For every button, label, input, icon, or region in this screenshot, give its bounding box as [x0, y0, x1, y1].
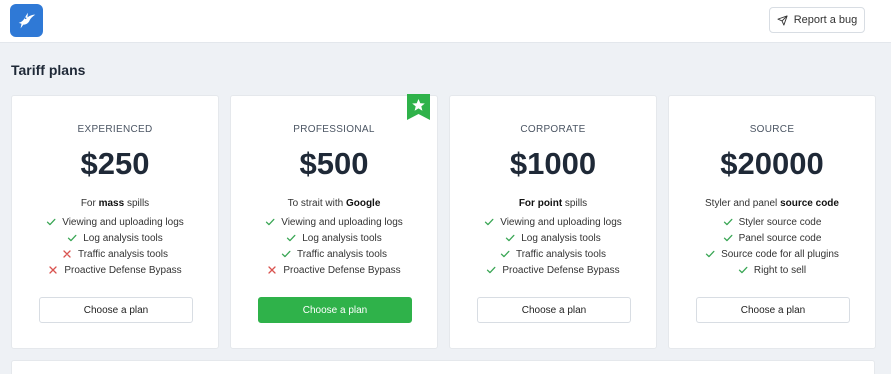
choose-plan-button[interactable]: Choose a plan — [477, 297, 631, 323]
feature-label: Traffic analysis tools — [515, 248, 607, 260]
feature-label: Log analysis tools — [83, 232, 163, 244]
check-icon — [484, 217, 494, 227]
feature-label: Proactive Defense Bypass — [64, 264, 182, 276]
check-icon — [486, 265, 496, 275]
plan-tagline: For mass spills — [80, 198, 150, 209]
feature-item: Viewing and uploading logs — [450, 214, 656, 230]
feature-item: Proactive Defense Bypass — [231, 262, 437, 278]
check-icon — [286, 233, 296, 243]
plan-tier: PROFESSIONAL — [293, 124, 375, 135]
feature-item: Traffic analysis tools — [450, 246, 656, 262]
feature-list: Viewing and uploading logs Log analysis t… — [450, 214, 656, 278]
plan-tagline: Styler and panel source code — [705, 198, 839, 209]
plan-card-corporate: CORPORATE $1000 For point spills Viewing… — [449, 95, 657, 349]
feature-label: Traffic analysis tools — [296, 248, 388, 260]
feature-item: Source code for all plugins — [669, 246, 875, 262]
choose-plan-button[interactable]: Choose a plan — [258, 297, 412, 323]
plan-card-experienced: EXPERIENCED $250 For mass spills Viewing… — [11, 95, 219, 349]
feature-item: Viewing and uploading logs — [12, 214, 218, 230]
feature-list: Viewing and uploading logs Log analysis t… — [231, 214, 437, 278]
feature-item: Log analysis tools — [12, 230, 218, 246]
check-icon — [723, 233, 733, 243]
plan-tier: EXPERIENCED — [77, 124, 153, 135]
feature-list: Viewing and uploading logs Log analysis t… — [12, 214, 218, 278]
choose-plan-button[interactable]: Choose a plan — [39, 297, 193, 323]
check-icon — [723, 217, 733, 227]
check-icon — [705, 249, 715, 259]
check-icon — [67, 233, 77, 243]
feature-item: Proactive Defense Bypass — [12, 262, 218, 278]
send-icon — [777, 14, 788, 26]
feature-label: Log analysis tools — [302, 232, 382, 244]
plan-card-source: SOURCE $20000 Styler and panel source co… — [668, 95, 876, 349]
report-bug-label: Report a bug — [793, 14, 858, 26]
plan-tagline: For point spills — [518, 198, 588, 209]
feature-label: Viewing and uploading logs — [500, 216, 622, 228]
cross-icon — [62, 249, 72, 259]
page-title: Tariff plans — [11, 62, 86, 78]
check-icon — [500, 249, 510, 259]
feature-list: Styler source code Panel source code Sourc… — [669, 214, 875, 278]
check-icon — [281, 249, 291, 259]
feature-label: Viewing and uploading logs — [281, 216, 403, 228]
feature-label: Styler source code — [738, 216, 822, 228]
feature-item: Styler source code — [669, 214, 875, 230]
feature-item: Traffic analysis tools — [12, 246, 218, 262]
check-icon — [265, 217, 275, 227]
feature-item: Log analysis tools — [231, 230, 437, 246]
plan-tier: SOURCE — [749, 124, 795, 135]
top-bar: Report a bug — [0, 0, 891, 43]
feature-label: Right to sell — [753, 264, 807, 276]
feature-item: Log analysis tools — [450, 230, 656, 246]
plan-price: $20000 — [720, 146, 824, 181]
cross-icon — [267, 265, 277, 275]
check-icon — [46, 217, 56, 227]
star-icon — [407, 94, 430, 120]
feature-label: Viewing and uploading logs — [62, 216, 184, 228]
plan-price: $250 — [80, 146, 150, 181]
feature-item: Panel source code — [669, 230, 875, 246]
report-bug-button[interactable]: Report a bug — [769, 7, 865, 33]
feature-item: Viewing and uploading logs — [231, 214, 437, 230]
plan-price: $1000 — [509, 146, 597, 181]
feature-label: Log analysis tools — [521, 232, 601, 244]
bottom-panel — [11, 360, 875, 374]
plan-price: $500 — [299, 146, 369, 181]
feature-label: Proactive Defense Bypass — [502, 264, 620, 276]
plan-tagline: To strait with Google — [287, 198, 381, 209]
cross-icon — [48, 265, 58, 275]
check-icon — [505, 233, 515, 243]
feature-item: Right to sell — [669, 262, 875, 278]
plan-card-professional: PROFESSIONAL $500 To strait with Google … — [230, 94, 438, 349]
feature-label: Proactive Defense Bypass — [283, 264, 401, 276]
feature-item: Proactive Defense Bypass — [450, 262, 656, 278]
check-icon — [738, 265, 748, 275]
choose-plan-button[interactable]: Choose a plan — [696, 297, 850, 323]
feature-label: Panel source code — [738, 232, 822, 244]
plan-tier: CORPORATE — [520, 124, 586, 135]
feature-label: Source code for all plugins — [721, 248, 839, 260]
feature-label: Traffic analysis tools — [77, 248, 169, 260]
feature-item: Traffic analysis tools — [231, 246, 437, 262]
hummingbird-icon[interactable] — [10, 4, 43, 37]
